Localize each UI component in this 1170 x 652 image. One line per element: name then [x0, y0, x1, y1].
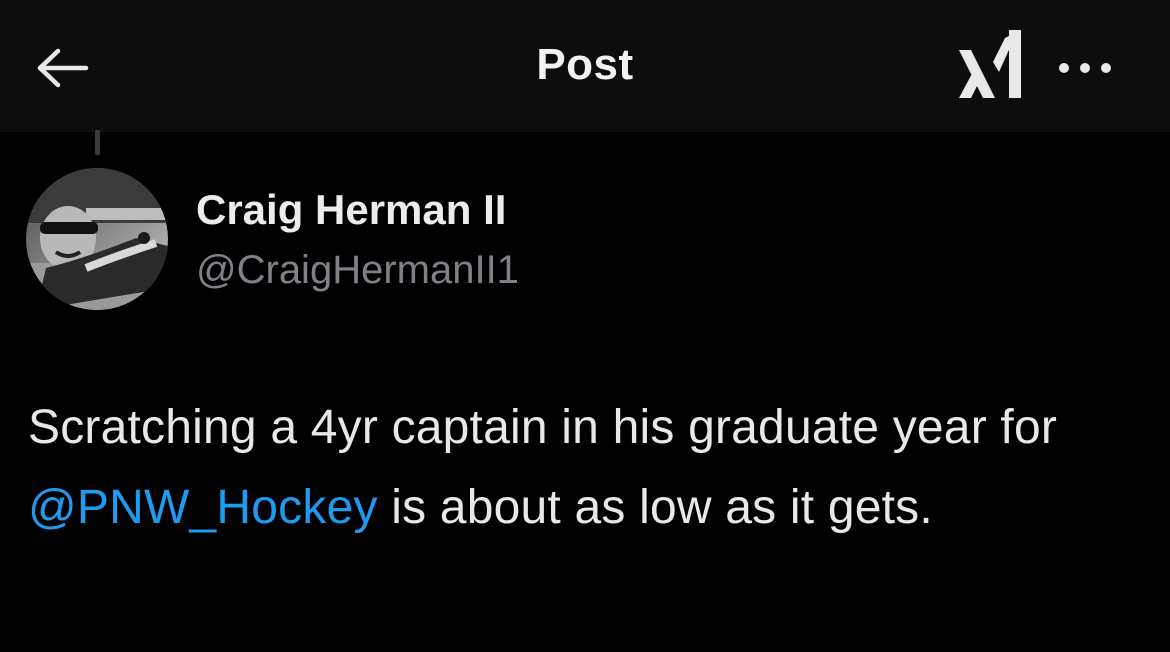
author-handle[interactable]: @CraigHermanII1 — [196, 248, 519, 293]
post-text-before-mention: Scratching a 4yr captain in his graduate… — [28, 401, 1058, 454]
author-display-name[interactable]: Craig Herman II — [196, 186, 506, 234]
xai-logo-icon[interactable] — [955, 28, 1027, 104]
thread-connector-line — [95, 130, 100, 155]
mention-link[interactable]: @PNW_Hockey — [28, 481, 378, 534]
post-text-after-mention: is about as low as it gets. — [377, 481, 933, 534]
profile-photo — [26, 168, 168, 310]
avatar[interactable] — [26, 168, 168, 310]
more-options-button[interactable] — [1050, 48, 1120, 88]
more-horizontal-icon — [1059, 63, 1111, 73]
post-body-text: Scratching a 4yr captain in his graduate… — [28, 388, 1138, 548]
top-navigation-bar: Post — [0, 0, 1170, 132]
